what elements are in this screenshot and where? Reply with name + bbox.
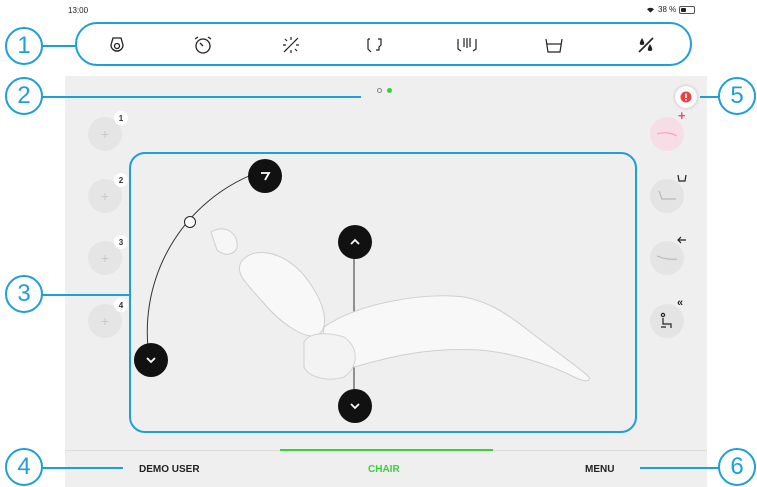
preset-number: 1 (114, 111, 128, 125)
wifi-icon (647, 7, 654, 13)
chair-flat-icon (656, 132, 678, 137)
callout-leader (640, 467, 720, 469)
chair-illustration (146, 171, 590, 402)
preset-1-button[interactable]: +1 (88, 111, 128, 151)
preset-number: 3 (114, 235, 128, 249)
chair-recline-icon (658, 190, 676, 200)
add-position-button[interactable]: + (650, 108, 686, 151)
preset-3-button[interactable]: +3 (88, 235, 128, 275)
chair-down-button[interactable] (338, 389, 372, 423)
chevron-down-icon (146, 357, 156, 364)
seated-person-icon (660, 312, 672, 328)
tool-bar (75, 22, 692, 66)
callout-5: 5 (718, 77, 756, 115)
preset-number: 4 (114, 298, 128, 312)
alert-icon (680, 91, 692, 103)
exit-position-button[interactable]: « (650, 297, 684, 338)
callout-1: 1 (5, 27, 43, 65)
callout-6: 6 (718, 448, 756, 486)
active-tab-indicator (280, 449, 493, 451)
callout-3: 3 (5, 275, 43, 313)
chair-seat (303, 295, 590, 382)
callout-2: 2 (5, 77, 43, 115)
corner-arrow-icon (261, 172, 271, 181)
tab-menu[interactable]: MENU (585, 464, 614, 475)
light-icon[interactable] (104, 32, 130, 58)
backrest-tilt-button[interactable] (248, 159, 282, 193)
tab-chair[interactable]: CHAIR (368, 464, 400, 475)
last-position-button[interactable] (650, 236, 686, 275)
preset-4-button[interactable]: +4 (88, 298, 128, 338)
chevron-down-icon (350, 403, 360, 410)
cup-fill-icon[interactable] (541, 32, 567, 58)
instruments-icon[interactable] (362, 32, 388, 58)
page-indicator[interactable] (377, 88, 392, 93)
preset-2-button[interactable]: +2 (88, 173, 128, 213)
status-indicators: 38 % (646, 5, 696, 14)
preset-number: 2 (114, 173, 128, 187)
plus-icon: + (678, 108, 686, 123)
page-dot-active[interactable] (387, 88, 392, 93)
callout-leader (41, 45, 76, 47)
timer-icon[interactable] (190, 32, 216, 58)
alert-button[interactable] (675, 86, 697, 108)
cup-icon (677, 174, 687, 182)
chair-backrest (239, 252, 326, 337)
water-off-icon[interactable] (633, 32, 659, 58)
tab-demo-user[interactable]: DEMO USER (139, 464, 200, 475)
backrest-down-button[interactable] (134, 343, 168, 377)
arc-position-handle[interactable] (184, 216, 196, 228)
double-back-icon: « (677, 297, 684, 309)
battery-level (681, 7, 687, 12)
chevron-up-icon (350, 238, 360, 245)
chair-headrest (210, 228, 238, 255)
battery-percent: 38 % (658, 5, 677, 14)
lamp-off-icon[interactable] (278, 32, 304, 58)
callout-leader (41, 96, 361, 98)
callout-leader (41, 467, 123, 469)
callout-leader (41, 294, 130, 296)
callout-leader (700, 96, 720, 98)
suction-icon[interactable] (454, 32, 480, 58)
battery-icon (679, 5, 696, 14)
chair-flat-icon (656, 255, 678, 260)
callout-4: 4 (5, 448, 43, 486)
status-time: 13:00 (68, 6, 89, 15)
rinse-position-button[interactable] (650, 174, 687, 213)
back-arrow-icon (677, 236, 686, 244)
page-dot[interactable] (377, 88, 382, 93)
chair-up-button[interactable] (338, 225, 372, 259)
